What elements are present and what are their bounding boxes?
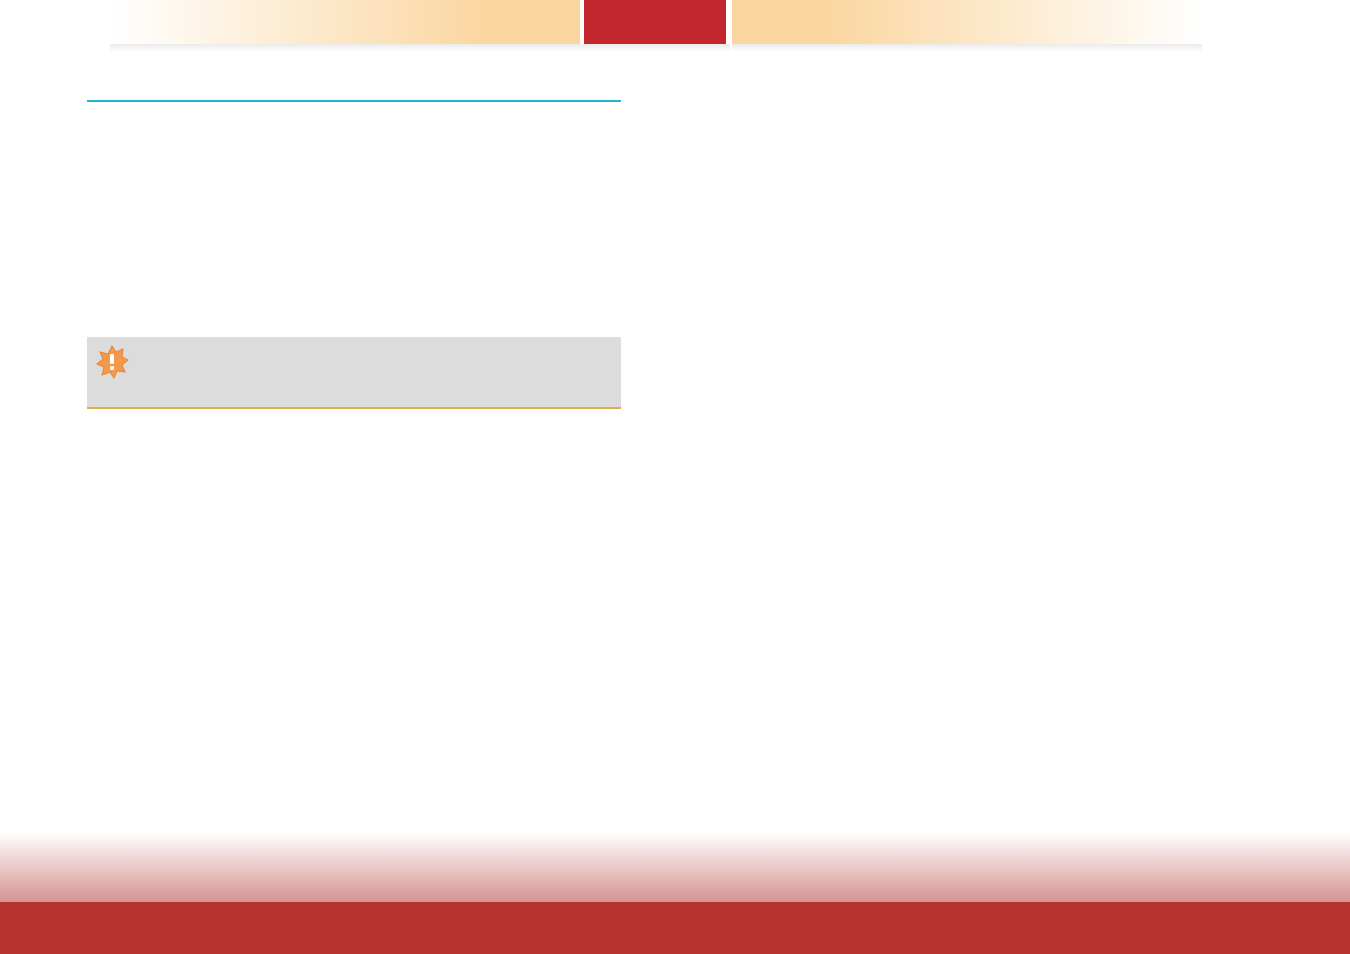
footer-gradient (0, 832, 1350, 902)
header-gradient-right (732, 0, 1202, 44)
header-gradient-left (110, 0, 580, 44)
footer-bar (0, 902, 1350, 954)
alert-burst-icon (95, 345, 129, 379)
content-area (87, 100, 621, 102)
notice-box (87, 337, 621, 409)
header-band (0, 0, 1350, 44)
header-shadow-right (732, 44, 1202, 52)
header-red-tab (584, 0, 726, 44)
header-shadow-left (110, 44, 730, 52)
cyan-divider (87, 100, 621, 102)
